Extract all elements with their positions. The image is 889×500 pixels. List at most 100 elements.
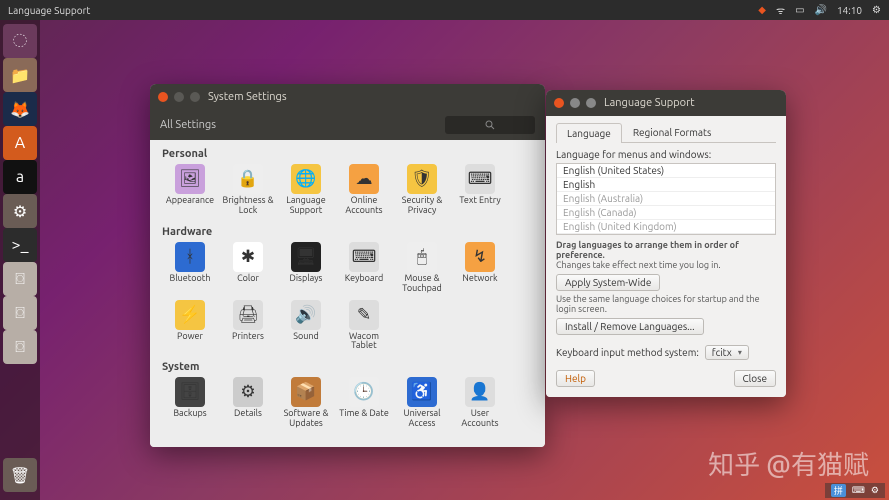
launcher-dash[interactable]: ◌ [3, 24, 37, 58]
launcher-amazon[interactable]: a [3, 160, 37, 194]
language-priority-list[interactable]: English (United States)EnglishEnglish (A… [556, 163, 776, 235]
top-menu-bar: Language Support ◆ ᯤ ▭ 🔊 14:10 ⚙ [0, 0, 889, 20]
tile-sound[interactable]: 🔊 Sound [278, 300, 334, 352]
appearance-icon: 🖼 [175, 164, 205, 194]
details-icon: ⚙ [233, 377, 263, 407]
language-support-titlebar[interactable]: Language Support [546, 90, 786, 116]
indicator-sublime-icon[interactable]: ◆ [758, 4, 766, 16]
system-settings-window: System Settings All Settings Personal 🖼 A… [150, 84, 545, 447]
power-icon: ⚡ [175, 300, 205, 330]
language-support-window: Language Support Language Regional Forma… [546, 90, 786, 397]
keyboard-icon: ⌨ [349, 242, 379, 272]
language-entry[interactable]: English (United States) [557, 164, 775, 178]
apply-system-wide-button[interactable]: Apply System-Wide [556, 274, 660, 291]
tile-label: Online Accounts [336, 196, 392, 216]
tile-wacom[interactable]: ✎Wacom Tablet [336, 300, 392, 352]
security-icon: 🛡 [407, 164, 437, 194]
launcher-files[interactable]: 📁 [3, 58, 37, 92]
close-icon[interactable] [158, 92, 168, 102]
category-system: System 🗄Backups⚙Details📦Software & Updat… [162, 361, 533, 435]
language-entry[interactable]: English (Australia) [557, 192, 775, 206]
tile-label: Text Entry [459, 196, 500, 206]
bluetooth-icon: ᚼ [175, 242, 205, 272]
minimize-icon[interactable] [570, 98, 580, 108]
search-icon [485, 120, 495, 130]
keyboard-icon: ⌨ [852, 485, 865, 496]
tile-security[interactable]: 🛡Security & Privacy [394, 164, 450, 216]
tile-label: Software & Updates [278, 409, 334, 429]
tile-software-updates[interactable]: 📦Software & Updates [278, 377, 334, 429]
settings-search[interactable] [445, 116, 535, 134]
launcher-disk1[interactable]: ⌼ [3, 262, 37, 296]
category-system-label: System [162, 361, 533, 373]
tile-bluetooth[interactable]: ᚼBluetooth [162, 242, 218, 294]
tile-label: Backups [173, 409, 206, 419]
close-button[interactable]: Close [734, 370, 776, 387]
indicator-power-icon[interactable]: ⚙ [872, 4, 881, 16]
indicator-time[interactable]: 14:10 [837, 5, 862, 16]
tile-mouse[interactable]: 🖱Mouse & Touchpad [394, 242, 450, 294]
tile-label: Color [237, 274, 259, 284]
tile-power[interactable]: ⚡Power [162, 300, 218, 352]
launcher-disk3[interactable]: ⌼ [3, 330, 37, 364]
tab-regional-formats[interactable]: Regional Formats [622, 122, 722, 142]
tile-brightness[interactable]: 🔒Brightness & Lock [220, 164, 276, 216]
minimize-icon[interactable] [174, 92, 184, 102]
tile-network[interactable]: ↯Network [452, 242, 508, 294]
close-icon[interactable] [554, 98, 564, 108]
category-hardware: Hardware ᚼBluetooth✱Color🖥Displays⌨Keybo… [162, 226, 533, 358]
tile-color[interactable]: ✱Color [220, 242, 276, 294]
tile-printers[interactable]: 🖨Printers [220, 300, 276, 352]
tile-details[interactable]: ⚙Details [220, 377, 276, 429]
gear-icon: ⚙ [871, 485, 879, 496]
indicator-battery-icon[interactable]: ▭ [795, 4, 804, 16]
time-date-icon: 🕒 [349, 377, 379, 407]
tile-backups[interactable]: 🗄Backups [162, 377, 218, 429]
system-settings-titlebar[interactable]: System Settings [150, 84, 545, 110]
language-entry[interactable]: English (Canada) [557, 206, 775, 220]
all-settings-button[interactable]: All Settings [160, 119, 216, 131]
install-remove-languages-button[interactable]: Install / Remove Languages... [556, 318, 704, 335]
universal-access-icon: ♿ [407, 377, 437, 407]
tile-label: Network [462, 274, 497, 284]
indicator-wifi-icon[interactable]: ᯤ [776, 3, 785, 17]
tile-user-accounts[interactable]: 👤User Accounts [452, 377, 508, 429]
keyboard-method-label: Keyboard input method system: [556, 347, 699, 358]
zhihu-watermark: 知乎 @有猫赋 [708, 445, 869, 482]
active-app-title: Language Support [8, 5, 90, 16]
tile-label: Security & Privacy [394, 196, 450, 216]
language-entry[interactable]: English [557, 178, 775, 192]
tile-time-date[interactable]: 🕒Time & Date [336, 377, 392, 429]
launcher-trash[interactable]: 🗑 [3, 458, 37, 492]
tile-universal-access[interactable]: ♿Universal Access [394, 377, 450, 429]
launcher-disk2[interactable]: ⌼ [3, 296, 37, 330]
tile-label: Language Support [278, 196, 334, 216]
sound-icon: 🔊 [291, 300, 321, 330]
tab-language[interactable]: Language [556, 123, 622, 143]
tile-appearance[interactable]: 🖼 Appearance [162, 164, 218, 216]
tile-text-entry[interactable]: ⌨Text Entry [452, 164, 508, 216]
launcher-firefox[interactable]: 🦊 [3, 92, 37, 126]
tile-label: Appearance [166, 196, 214, 206]
wacom-icon: ✎ [349, 300, 379, 330]
launcher-settings[interactable]: ⚙ [3, 194, 37, 228]
launcher-ubuntu-software[interactable]: A [3, 126, 37, 160]
indicator-volume-icon[interactable]: 🔊 [815, 4, 827, 16]
launcher-terminal[interactable]: >_ [3, 228, 37, 262]
tile-label: Sound [293, 332, 319, 342]
category-personal-label: Personal [162, 148, 533, 160]
printers-icon: 🖨 [233, 300, 263, 330]
tile-online-accounts[interactable]: ☁Online Accounts [336, 164, 392, 216]
language-entry[interactable]: English (United Kingdom) [557, 220, 775, 234]
maximize-icon[interactable] [190, 92, 200, 102]
maximize-icon[interactable] [586, 98, 596, 108]
help-button[interactable]: Help [556, 370, 595, 387]
tile-label: Mouse & Touchpad [394, 274, 450, 294]
tile-displays[interactable]: 🖥Displays [278, 242, 334, 294]
input-method-indicator[interactable]: 拼 ⌨ ⚙ [825, 483, 885, 498]
tile-language[interactable]: 🌐Language Support [278, 164, 334, 216]
keyboard-method-select[interactable]: fcitx [705, 345, 749, 360]
apply-note: Use the same language choices for startu… [556, 294, 776, 314]
mouse-icon: 🖱 [407, 242, 437, 272]
tile-keyboard[interactable]: ⌨Keyboard [336, 242, 392, 294]
